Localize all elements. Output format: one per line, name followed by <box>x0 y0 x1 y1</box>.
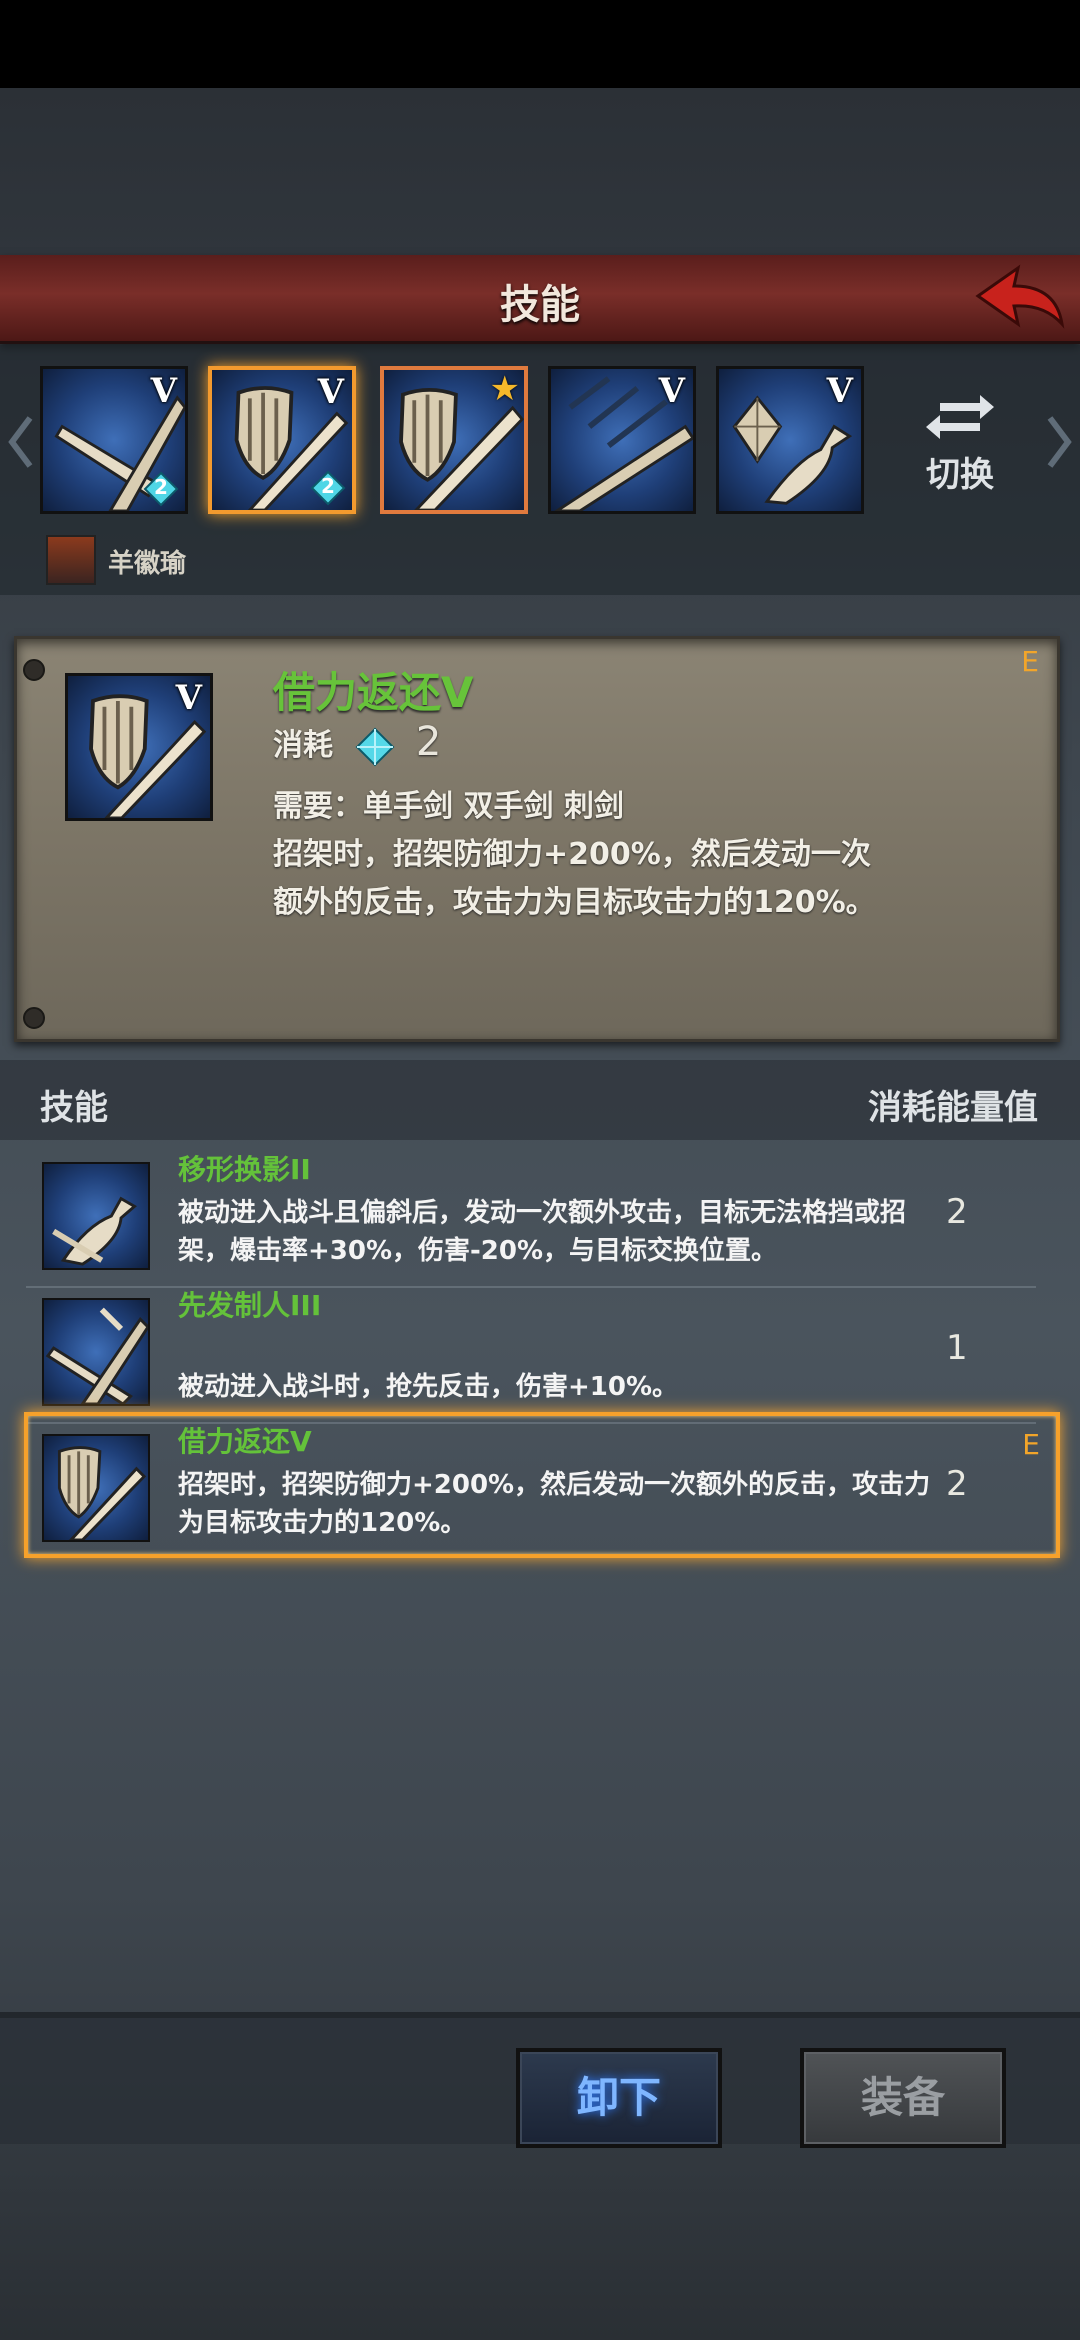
rivet <box>23 1007 45 1029</box>
detail-cost-value: 2 <box>415 719 442 765</box>
skill-item-icon <box>42 1434 150 1542</box>
detail-requires: 需要：单手剑 双手剑 刺剑 <box>273 789 624 824</box>
list-header-skill: 技能 <box>40 1088 108 1128</box>
diamond-gem-icon <box>356 727 395 766</box>
skill-item-name: 移形换影II <box>178 1153 311 1186</box>
skill-list-item-selected[interactable]: 借力返还V 招架时，招架防御力+200%，然后发动一次额外的反击，攻击力为目标攻… <box>24 1412 1060 1558</box>
back-button[interactable] <box>968 262 1068 342</box>
skill-item-cost: 1 <box>946 1328 968 1368</box>
avatar <box>46 535 96 585</box>
crossed-blades-icon <box>45 1307 148 1404</box>
unequip-button[interactable]: 卸下 <box>516 2048 722 2148</box>
skill-slot-roman: V <box>317 372 344 412</box>
gem-count: 2 <box>321 474 335 498</box>
star-icon: ★ <box>489 369 520 409</box>
skill-item-cost: 2 <box>946 1192 968 1232</box>
swap-arrows-icon <box>926 395 994 439</box>
detail-skill-icon: V <box>65 673 213 821</box>
page-title: 技能 <box>500 282 580 328</box>
detail-roman: V <box>175 678 202 718</box>
skill-item-name: 借力返还V <box>178 1425 312 1458</box>
skill-item-desc: 被动进入战斗且偏斜后，发动一次额外攻击，目标无法格挡或招架，爆击率+30%，伤害… <box>178 1198 907 1266</box>
skill-list-item[interactable]: 移形换影II 被动进入战斗且偏斜后，发动一次额外攻击，目标无法格挡或招架，爆击率… <box>26 1148 1058 1288</box>
detail-cost-label: 消耗 <box>273 728 333 763</box>
diamond-gem-icon: 2 <box>310 470 346 506</box>
character-name: 羊徽瑜 <box>108 549 187 579</box>
skill-item-desc: 被动进入战斗时，抢先反击，伤害+10%。 <box>178 1372 679 1402</box>
skill-item-desc: 招架时，招架防御力+200%，然后发动一次额外的反击，攻击力为目标攻击力的120… <box>178 1470 931 1538</box>
skill-slot-4[interactable]: V <box>548 366 696 514</box>
skill-item-grade: E <box>1022 1428 1040 1461</box>
skill-item-icon <box>42 1162 150 1270</box>
skill-slot-roman: V <box>658 371 685 411</box>
detail-desc-line2: 额外的反击，攻击力为目标攻击力的120%。 <box>273 885 876 920</box>
skill-item-cost: 2 <box>946 1464 968 1504</box>
skill-detail-card: V 借力返还V E 消耗 2 需要：单手剑 双手剑 刺剑 招架时，招架防御力+2… <box>14 636 1060 1042</box>
skill-slot-5[interactable]: V <box>716 366 864 514</box>
skill-list-header: 技能 消耗能量值 <box>0 1060 1080 1140</box>
skill-list-item[interactable]: 先发制人III 被动进入战斗时，抢先反击，伤害+10%。 1 <box>26 1284 1058 1424</box>
detail-desc-line1: 招架时，招架防御力+200%，然后发动一次 <box>273 837 871 872</box>
skill-slot-1[interactable]: V 2 <box>40 366 188 514</box>
bird-icon <box>52 1196 138 1266</box>
skill-slot-roman: V <box>826 371 853 411</box>
detail-cost: 消耗 2 <box>273 719 441 767</box>
list-header-cost: 消耗能量值 <box>868 1088 1038 1128</box>
skill-item-icon <box>42 1298 150 1406</box>
skill-slot-roman: V <box>150 371 177 411</box>
chevron-right-icon[interactable] <box>1044 412 1074 472</box>
diamond-gem-icon: 2 <box>143 471 179 507</box>
shield-sword-icon <box>57 1446 147 1540</box>
detail-skill-name: 借力返还V <box>273 668 474 717</box>
skill-item-name: 先发制人III <box>178 1289 322 1322</box>
skill-slot-2[interactable]: V 2 <box>208 366 356 514</box>
back-arrow-icon <box>975 264 1065 329</box>
chevron-left-icon[interactable] <box>6 412 36 472</box>
rivet <box>23 659 45 681</box>
detail-grade: E <box>1021 645 1039 678</box>
equip-button[interactable]: 装备 <box>800 2048 1006 2148</box>
switch-label: 切换 <box>926 455 994 495</box>
gem-count: 2 <box>154 475 168 499</box>
switch-button[interactable]: 切换 <box>910 385 1010 505</box>
skill-slot-3[interactable]: ★ <box>380 366 528 514</box>
